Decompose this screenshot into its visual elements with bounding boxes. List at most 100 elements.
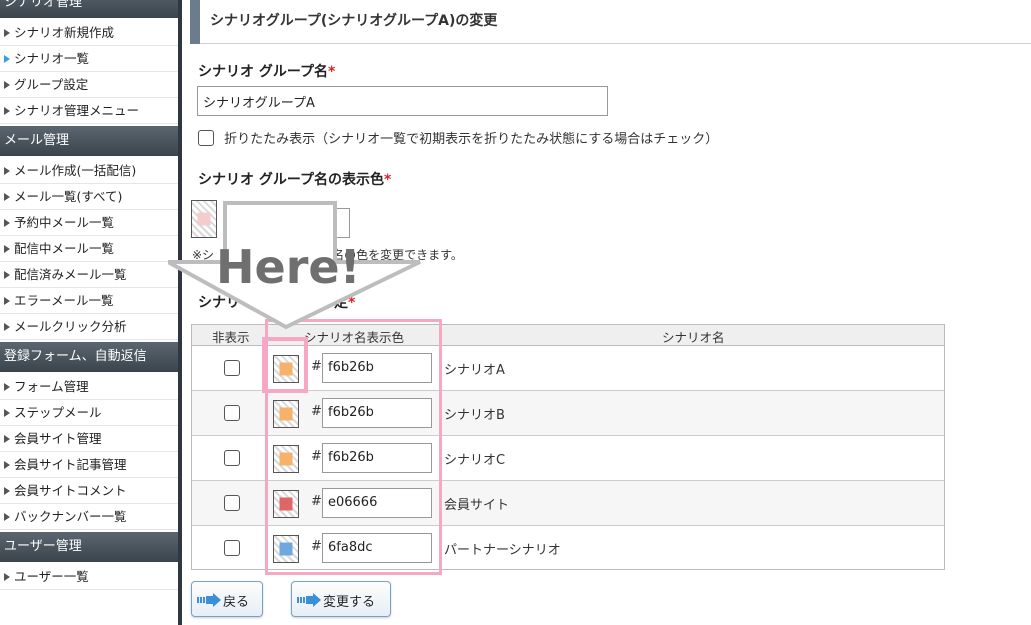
sidebar-item[interactable]: エラーメール一覧	[0, 288, 178, 314]
table-row: #6fa8dc パートナーシナリオ	[192, 526, 944, 571]
header-color: シナリオ名表示色	[304, 330, 405, 345]
triangle-right-icon	[4, 461, 10, 469]
color-swatch-fill	[279, 407, 293, 421]
display-color-label-text: シナリオ グループ名の表示色	[198, 172, 385, 188]
back-button-label: 戻る	[223, 595, 250, 610]
hide-checkbox[interactable]	[224, 360, 240, 376]
sidebar-item[interactable]: バックナンバー一覧	[0, 504, 178, 530]
sidebar-item[interactable]: メールクリック分析	[0, 314, 178, 340]
color-hex-input[interactable]: f6b26b	[322, 353, 432, 383]
color-hex-input[interactable]: e06666	[322, 488, 432, 518]
sidebar-item-label: メールクリック分析	[14, 319, 127, 334]
color-swatch-fill	[279, 542, 293, 556]
sidebar-section-header: メール管理	[0, 126, 178, 156]
hash-symbol: #	[311, 494, 322, 509]
triangle-right-icon	[4, 81, 10, 89]
scenario-table: 非表示 シナリオ名表示色 シナリオ名 # f6b26b シナリオA # f6b26b シナ…	[191, 324, 945, 570]
hash-symbol: #	[311, 539, 322, 554]
hash-symbol: #	[311, 404, 322, 419]
color-swatch[interactable]	[273, 400, 299, 428]
color-swatch-fill	[279, 362, 293, 376]
color-hex-input[interactable]: f6b26b	[322, 398, 432, 428]
sidebar-item[interactable]: 会員サイト記事管理	[0, 452, 178, 478]
color-swatch[interactable]	[273, 445, 299, 473]
sidebar-item[interactable]: グループ設定	[0, 72, 178, 98]
triangle-right-icon	[4, 29, 10, 37]
arrow-right-icon	[197, 593, 221, 607]
arrow-right-icon	[297, 593, 321, 607]
sidebar-item[interactable]: 配信済みメール一覧	[0, 262, 178, 288]
sidebar-item[interactable]: 配信中メール一覧	[0, 236, 178, 262]
table-row: # f6b26b シナリオA	[192, 346, 944, 391]
sidebar-item[interactable]: 会員サイト管理	[0, 426, 178, 452]
sidebar-item[interactable]: シナリオ管理メニュー	[0, 98, 178, 124]
hide-checkbox[interactable]	[224, 450, 240, 466]
callout-text: Here!	[216, 240, 361, 294]
sidebar-item[interactable]: シナリオ新規作成	[0, 20, 178, 46]
scenario-name: シナリオB	[444, 408, 505, 423]
sidebar-item-label: ステップメール	[14, 405, 102, 420]
triangle-right-icon	[4, 487, 10, 495]
color-swatch[interactable]	[273, 355, 299, 383]
sidebar: シナリオ管理シナリオ新規作成シナリオ一覧グループ設定シナリオ管理メニューメール管…	[0, 0, 178, 625]
sidebar-item[interactable]: メール一覧(すべて)	[0, 184, 178, 210]
collapse-option: 折りたたみ表示（シナリオ一覧で初期表示を折りたたみ状態にする場合はチェック）	[198, 128, 718, 147]
sidebar-item[interactable]: シナリオ一覧	[0, 46, 178, 72]
hide-checkbox[interactable]	[224, 405, 240, 421]
sidebar-item[interactable]: フォーム管理	[0, 374, 178, 400]
sidebar-item-label: 予約中メール一覧	[14, 215, 115, 230]
sidebar-item[interactable]: 予約中メール一覧	[0, 210, 178, 236]
triangle-right-icon	[4, 107, 10, 115]
sidebar-item[interactable]: ユーザー一覧	[0, 564, 178, 590]
sidebar-section-header: シナリオ管理	[0, 0, 178, 18]
collapse-label: 折りたたみ表示（シナリオ一覧で初期表示を折りたたみ状態にする場合はチェック）	[224, 132, 719, 147]
sidebar-section-header: ユーザー管理	[0, 532, 178, 562]
triangle-right-icon	[4, 167, 10, 175]
collapse-checkbox[interactable]	[198, 129, 214, 146]
page-title: シナリオグループ(シナリオグループA)の変更	[210, 13, 498, 29]
color-swatch[interactable]	[273, 490, 299, 518]
color-hex-input[interactable]: f6b26b	[322, 443, 432, 473]
triangle-right-icon	[4, 271, 10, 279]
color-swatch-fill	[279, 497, 293, 511]
hash-symbol: #	[311, 359, 322, 374]
triangle-right-icon	[4, 245, 10, 253]
sidebar-item-label: 会員サイトコメント	[14, 483, 127, 498]
sidebar-item-label: エラーメール一覧	[14, 293, 114, 308]
hash-symbol: #	[311, 449, 322, 464]
scenario-name: パートナーシナリオ	[444, 543, 561, 558]
scenario-name: 会員サイト	[444, 498, 510, 513]
color-swatch-fill	[279, 452, 293, 466]
back-button[interactable]: 戻る	[191, 581, 263, 617]
sidebar-section-header: 登録フォーム、自動返信	[0, 342, 178, 372]
sidebar-item-label: 会員サイト管理	[14, 431, 102, 446]
sidebar-item[interactable]: 会員サイトコメント	[0, 478, 178, 504]
sidebar-item-label: シナリオ新規作成	[14, 25, 115, 40]
scenario-name: シナリオA	[444, 363, 505, 378]
color-hex-input[interactable]: 6fa8dc	[322, 533, 432, 563]
page-header: シナリオグループ(シナリオグループA)の変更	[190, 0, 1031, 44]
group-name-label: シナリオ グループ名*	[198, 61, 335, 81]
header-name: シナリオ名	[662, 330, 725, 345]
group-name-input[interactable]	[197, 86, 608, 116]
table-row: # f6b26b シナリオB	[192, 391, 944, 436]
triangle-right-icon	[4, 513, 10, 521]
sidebar-item[interactable]: メール作成(一括配信)	[0, 158, 178, 184]
sidebar-item-label: 配信済みメール一覧	[14, 267, 127, 282]
triangle-right-icon	[4, 383, 10, 391]
group-color-swatch[interactable]	[191, 200, 217, 238]
sidebar-item-label: シナリオ管理メニュー	[14, 103, 140, 118]
hide-checkbox[interactable]	[224, 495, 240, 511]
scenario-name: シナリオC	[444, 453, 506, 468]
group-color-input[interactable]	[300, 208, 350, 238]
submit-button[interactable]: 変更する	[291, 581, 391, 617]
color-swatch[interactable]	[273, 535, 299, 563]
sidebar-item-label: グループ設定	[14, 77, 89, 92]
sidebar-item-label: 会員サイト記事管理	[14, 457, 127, 472]
hide-checkbox[interactable]	[224, 540, 240, 556]
sidebar-item[interactable]: ステップメール	[0, 400, 178, 426]
triangle-right-icon	[4, 409, 10, 417]
page-header-accent	[190, 0, 200, 44]
header-hide: 非表示	[212, 330, 250, 345]
required-mark: *	[328, 64, 336, 80]
